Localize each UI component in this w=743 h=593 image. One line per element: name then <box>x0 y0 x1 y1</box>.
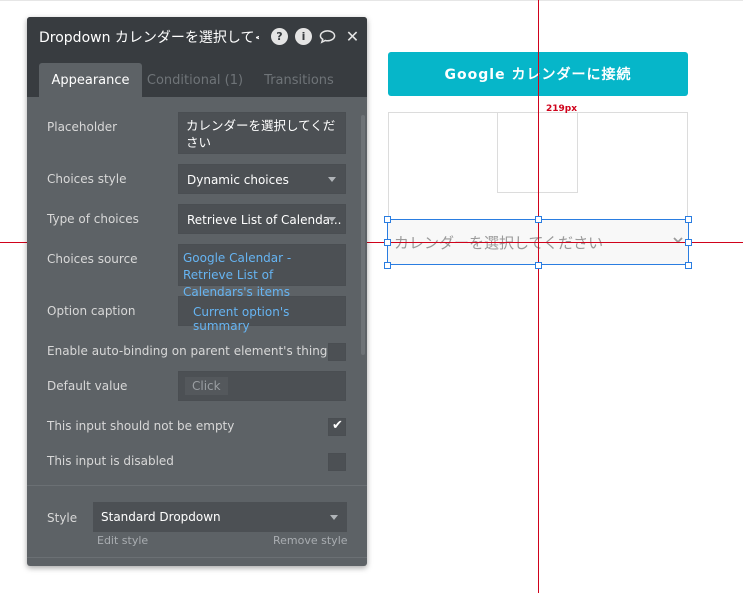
help-icon[interactable]: ? <box>271 28 288 45</box>
remove-style-link[interactable]: Remove style <box>273 534 348 547</box>
resize-handle-right[interactable] <box>685 239 692 246</box>
canvas-top-border <box>0 0 743 1</box>
choices-source-expression[interactable]: Google Calendar - Retrieve List of Calen… <box>178 244 346 299</box>
resize-handle-left[interactable] <box>384 239 391 246</box>
option-caption-label: Option caption <box>47 304 136 318</box>
style-select[interactable]: Standard Dropdown <box>93 502 347 532</box>
tab-transitions[interactable]: Transitions <box>255 63 343 97</box>
disabled-checkbox[interactable] <box>328 453 346 471</box>
bottom-divider <box>27 557 367 558</box>
placeholder-label: Placeholder <box>47 120 118 134</box>
caret-down-icon <box>328 177 336 182</box>
caret-down-icon <box>330 515 338 520</box>
panel-scrollbar[interactable] <box>361 115 365 355</box>
resize-handle-bottom-left[interactable] <box>384 262 391 269</box>
not-empty-checkbox[interactable]: ✔ <box>328 418 346 436</box>
choices-style-select[interactable]: Dynamic choices <box>178 164 346 194</box>
placeholder-input[interactable]: カレンダーを選択してください <box>178 112 346 154</box>
type-of-choices-select[interactable]: Retrieve List of Calenda... <box>178 204 346 234</box>
resize-handle-bottom[interactable] <box>535 262 542 269</box>
info-icon[interactable]: i <box>295 28 312 45</box>
comment-icon[interactable] <box>319 28 336 45</box>
resize-handle-top-left[interactable] <box>384 216 391 223</box>
section-divider <box>27 485 367 486</box>
panel-title: Dropdown カレンダーを選択して< <box>39 30 259 46</box>
not-empty-label: This input should not be empty <box>47 419 235 433</box>
chevron-down-icon <box>672 234 684 248</box>
distance-measure-label: 219px <box>546 104 578 114</box>
resize-handle-bottom-right[interactable] <box>685 262 692 269</box>
vertical-guide-line <box>538 0 539 593</box>
choices-source-label: Choices source <box>47 252 138 266</box>
type-of-choices-value: Retrieve List of Calenda... <box>187 213 342 227</box>
resize-handle-top-right[interactable] <box>685 216 692 223</box>
tab-appearance[interactable]: Appearance <box>39 63 142 97</box>
close-icon[interactable]: ✕ <box>344 27 361 46</box>
auto-binding-label: Enable auto-binding on parent element's … <box>47 344 328 358</box>
choices-style-label: Choices style <box>47 172 127 186</box>
default-value-input[interactable]: Click <box>178 371 346 401</box>
caret-down-icon <box>328 217 336 222</box>
auto-binding-checkbox[interactable] <box>328 343 346 361</box>
type-of-choices-label: Type of choices <box>47 212 139 226</box>
style-value: Standard Dropdown <box>101 510 221 524</box>
edit-style-link[interactable]: Edit style <box>97 534 148 547</box>
default-value-label: Default value <box>47 379 128 393</box>
disabled-label: This input is disabled <box>47 454 174 468</box>
panel-header[interactable]: Dropdown カレンダーを選択して< ? i ✕ <box>27 17 367 57</box>
option-caption-expression[interactable]: Current option's summary <box>178 296 346 333</box>
default-value-click-chip[interactable]: Click <box>185 377 228 395</box>
style-label: Style <box>47 511 78 525</box>
tab-conditional[interactable]: Conditional (1) <box>145 63 245 97</box>
property-editor-panel: Dropdown カレンダーを選択して< ? i ✕ Appearance Co… <box>27 17 367 566</box>
checkmark-icon: ✔ <box>332 418 343 433</box>
choices-style-value: Dynamic choices <box>187 173 289 187</box>
resize-handle-top[interactable] <box>535 216 542 223</box>
panel-tabs: Appearance Conditional (1) Transitions <box>27 57 367 97</box>
